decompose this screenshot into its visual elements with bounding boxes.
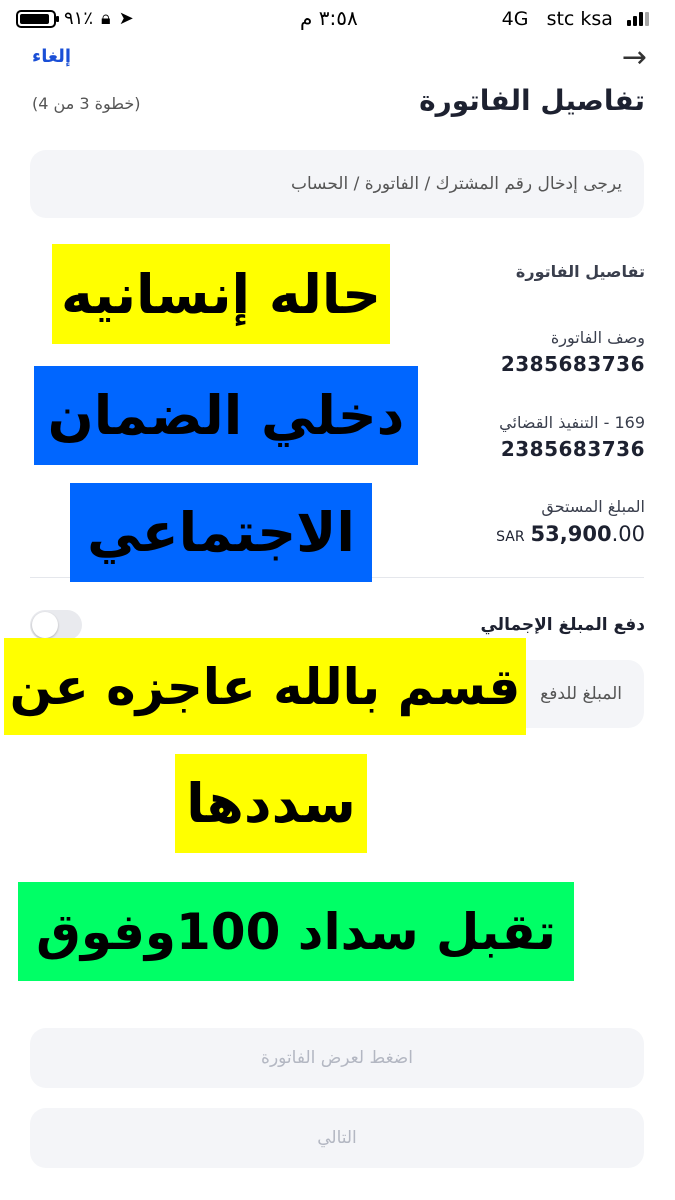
step-indicator: (خطوة 3 من 4) <box>32 94 141 113</box>
amount-due-value: SAR 53,900.00 <box>496 522 645 546</box>
amount-decimal: .00 <box>611 522 645 546</box>
page-title: تفاصيل الفاتورة <box>419 84 645 117</box>
breadcrumb: يرجى إدخال رقم المشترك / الفاتورة / الحس… <box>30 150 644 218</box>
location-arrow-icon: ➤ <box>118 8 134 29</box>
overlay-text-humanitarian: حاله إنسانيه <box>52 244 390 344</box>
carrier-name: stc ksa <box>546 8 613 30</box>
overlay-text-income: دخلي الضمان <box>34 366 418 465</box>
enforcement-value: 2385683736 <box>500 437 645 461</box>
status-bar: ٩١٪ 🔒︎ ➤ ٣:٥٨ م 4G stc ksa <box>0 0 675 40</box>
overlay-text-pay-it: سددها <box>175 754 367 853</box>
status-carrier: 4G stc ksa <box>502 8 649 31</box>
network-type: 4G <box>501 8 529 30</box>
toggle-knob <box>32 612 58 638</box>
enforcement-label: 169 - التنفيذ القضائي <box>499 413 645 432</box>
next-button[interactable]: التالي <box>30 1108 644 1168</box>
overlay-text-accept-payment: تقبل سداد 100وفوق <box>18 882 574 981</box>
amount-main: 53,900 <box>530 522 612 546</box>
status-left: ٩١٪ 🔒︎ ➤ <box>16 8 134 29</box>
overlay-text-oath: قسم بالله عاجزه عن <box>4 638 526 735</box>
details-section-title: تفاصيل الفاتورة <box>515 262 645 281</box>
pay-total-toggle[interactable] <box>30 610 82 640</box>
overlay-text-social: الاجتماعي <box>70 483 372 582</box>
amount-input-placeholder: المبلغ للدفع <box>540 684 622 704</box>
bill-description-value: 2385683736 <box>500 352 645 376</box>
arrow-right-icon[interactable]: → <box>622 40 647 75</box>
pay-total-label: دفع المبلغ الإجمالي <box>480 615 645 635</box>
cancel-button[interactable]: إلغاء <box>32 46 71 67</box>
amount-currency: SAR <box>496 529 525 545</box>
breadcrumb-text: يرجى إدخال رقم المشترك / الفاتورة / الحس… <box>290 174 622 194</box>
signal-icon <box>625 9 649 31</box>
battery-icon <box>16 9 59 28</box>
battery-percent: ٩١٪ <box>64 8 94 29</box>
bill-description-label: وصف الفاتورة <box>550 328 645 347</box>
status-time: ٣:٥٨ م <box>300 6 358 30</box>
orientation-lock-icon: 🔒︎ <box>101 8 111 29</box>
view-bill-button[interactable]: اضغط لعرض الفاتورة <box>30 1028 644 1088</box>
amount-due-label: المبلغ المستحق <box>541 497 645 516</box>
